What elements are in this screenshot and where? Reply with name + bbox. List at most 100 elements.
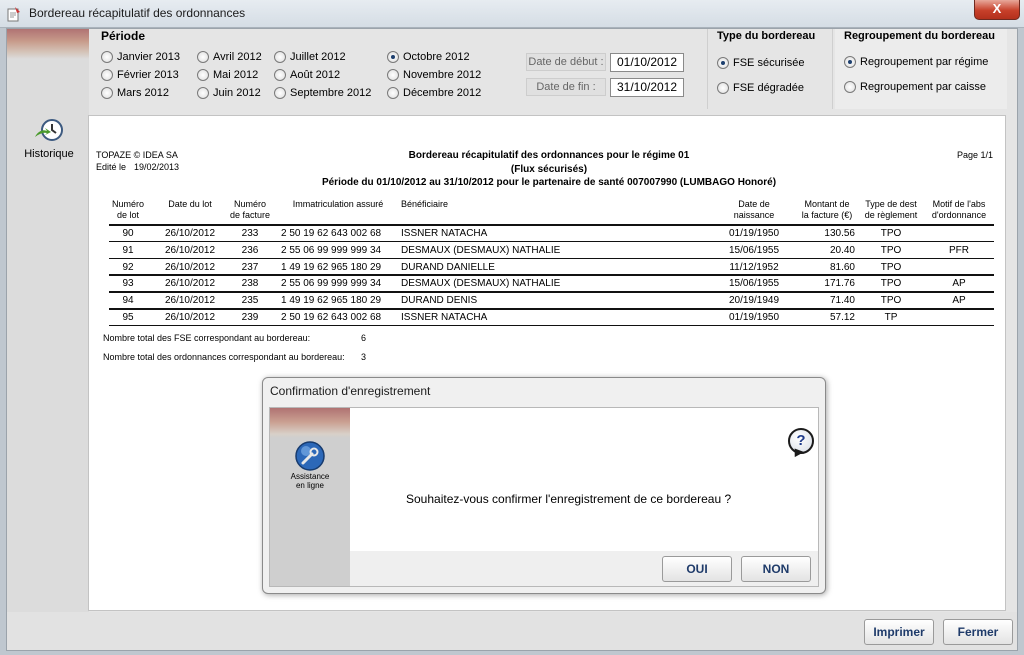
cell-lot: 93 [122,278,134,290]
cell-lot: 95 [122,312,134,323]
radio-fse-degradee[interactable]: FSE dégradée [717,81,804,95]
oui-button[interactable]: OUI [662,556,732,582]
periode-title: Période [101,29,146,43]
report-periode-line: Période du 01/10/2012 au 31/10/2012 pour… [321,177,777,188]
date-debut-field[interactable]: 01/10/2012 [610,53,684,72]
cell-lot: 94 [122,295,134,307]
total-ordonnances-value: 3 [361,352,367,362]
cell-montant: 81.60 [829,261,855,273]
app-document-icon [7,7,20,22]
cell-benef: DURAND DANIELLE [401,261,495,273]
radio-mai-2012[interactable]: Mai 2012 [197,68,258,82]
cell-type: TP [884,312,898,323]
radio-septembre-2012[interactable]: Septembre 2012 [274,86,371,100]
cell-date: 26/10/2012 [164,228,216,239]
radio-octobre-2012[interactable]: Octobre 2012 [387,50,470,64]
cell-benef: DURAND DENIS [401,295,478,307]
left-sidebar: Historique [7,29,89,650]
radio-novembre-2012[interactable]: Novembre 2012 [387,68,481,82]
cell-montant: 171.76 [824,278,855,290]
radio-circle [387,69,399,81]
fermer-button[interactable]: Fermer [943,619,1013,645]
radio-mars-2012[interactable]: Mars 2012 [101,86,169,100]
radio-regroupement-regime[interactable]: Regroupement par régime [844,55,988,69]
imprimer-button[interactable]: Imprimer [864,619,934,645]
non-button[interactable]: NON [741,556,811,582]
header-montant: Montant de la facture (€) [801,199,853,220]
radio-janvier-2013[interactable]: Janvier 2013 [101,50,180,64]
header-type-dest: Type de dest de règlement [864,199,918,220]
radio-regroupement-caisse[interactable]: Regroupement par caisse [844,80,986,94]
header-motif: Motif de l'abs d'ordonnance [931,199,987,220]
window-close-button[interactable]: X [974,0,1020,20]
radio-juillet-2012[interactable]: Juillet 2012 [274,50,346,64]
report-subtitle: (Flux sécurisés) [510,164,588,175]
historique-button[interactable]: Historique [17,117,81,163]
radio-decembre-2012[interactable]: Décembre 2012 [387,86,481,100]
cell-montant: 57.12 [829,312,855,323]
cell-benef: DESMAUX (DESMAUX) NATHALIE [401,244,561,256]
date-debut-label: Date de début : [526,53,606,71]
cell-date: 26/10/2012 [164,312,216,323]
header-beneficiaire: Bénéficiaire [401,199,449,209]
report-edite-date: 19/02/2013 [134,162,180,172]
report-page: Page 1/1 [957,150,994,160]
cell-benef: DESMAUX (DESMAUX) NATHALIE [401,278,561,290]
total-fse-value: 6 [361,333,367,343]
date-fin-field[interactable]: 31/10/2012 [610,78,684,97]
radio-circle-selected [844,56,856,68]
row-separator [109,274,994,276]
header-immatriculation: Immatriculation assuré [292,199,384,209]
cell-type: TPO [880,228,902,239]
row-separator [109,240,994,243]
radio-circle [197,69,209,81]
cell-date: 26/10/2012 [164,261,216,273]
cell-immat: 2 50 19 62 643 002 68 [281,228,382,239]
radio-avril-2012[interactable]: Avril 2012 [197,50,262,64]
radio-circle [101,51,113,63]
cell-lot: 90 [122,228,134,239]
cell-facture: 233 [241,228,259,239]
radio-circle [197,87,209,99]
dialog-body: Assistance en ligne ? Souhaitez-vous conf… [269,407,819,587]
sidebar-header-band [7,29,89,59]
report-company: TOPAZE © IDEA SA [96,150,178,160]
cell-naissance: 11/12/1952 [729,261,779,273]
cell-type: TPO [880,244,902,256]
row-separator [109,308,994,310]
type-bordereau-title: Type du bordereau [717,30,816,42]
bottom-button-bar: Imprimer Fermer [7,612,1017,650]
radio-circle [844,81,856,93]
radio-circle [274,87,286,99]
cell-facture: 237 [241,261,259,273]
window-title: Bordereau récapitulatif des ordonnances [29,6,246,20]
radio-circle-selected [387,51,399,63]
radio-aout-2012[interactable]: Août 2012 [274,68,340,82]
cell-lot: 91 [122,244,134,256]
cell-immat: 1 49 19 62 965 180 29 [281,295,382,307]
cell-immat: 2 50 19 62 643 002 68 [281,312,382,323]
radio-fse-securisee[interactable]: FSE sécurisée [717,56,805,70]
cell-lot: 92 [122,261,134,273]
date-fin-label: Date de fin : [526,78,606,96]
cell-naissance: 01/19/1950 [728,228,780,239]
radio-fevrier-2013[interactable]: Février 2013 [101,68,179,82]
header-numero-facture: Numéro de facture [229,199,271,220]
cell-facture: 238 [241,278,259,290]
cell-facture: 236 [241,244,259,256]
dialog-title: Confirmation d'enregistrement [270,384,431,398]
radio-circle [274,69,286,81]
radio-circle-selected [717,57,729,69]
radio-juin-2012[interactable]: Juin 2012 [197,86,261,100]
cell-naissance: 15/06/1955 [728,278,780,290]
cell-naissance: 15/06/1955 [728,244,780,256]
cell-naissance: 01/19/1950 [728,312,780,323]
radio-circle [387,87,399,99]
dialog-button-bar: OUI NON [350,551,818,586]
radio-circle [101,69,113,81]
radio-circle [197,51,209,63]
confirmation-dialog: Confirmation d'enregistrement Assistance… [262,377,826,594]
type-bordereau-group: Type du bordereau FSE sécurisée FSE dégr… [707,29,833,109]
wrench-globe-icon [295,441,325,471]
cell-motif: AP [952,295,966,307]
